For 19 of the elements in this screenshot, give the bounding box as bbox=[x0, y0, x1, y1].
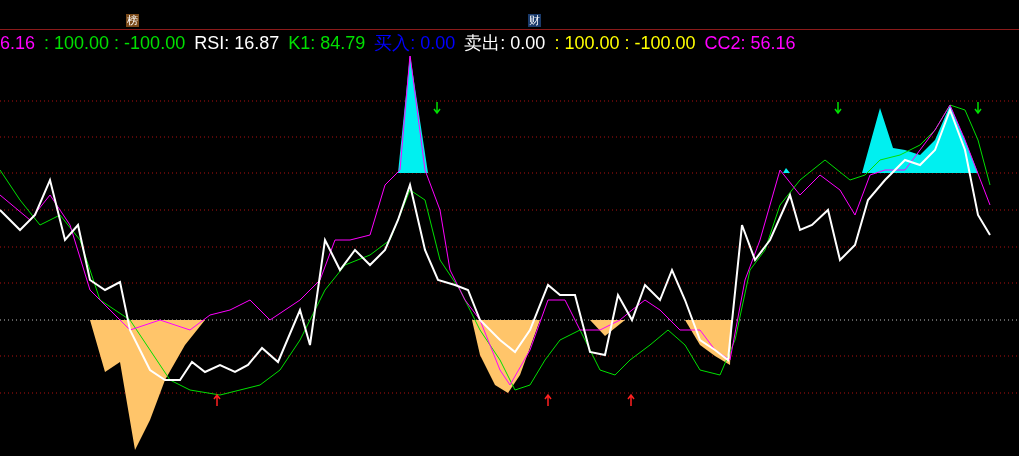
area-fill bbox=[685, 320, 732, 365]
area-fill bbox=[590, 320, 625, 336]
legend-value: RSI: 16.87 bbox=[194, 32, 280, 54]
up-arrow-icon bbox=[627, 393, 635, 407]
down-arrow-icon bbox=[834, 101, 842, 115]
down-arrow-icon bbox=[433, 101, 441, 115]
legend-value: 卖出: 0.00 bbox=[464, 32, 546, 55]
up-arrow-icon bbox=[213, 393, 221, 407]
marker-badge: 榜 bbox=[126, 14, 139, 27]
area-fill bbox=[783, 168, 790, 173]
legend-value: CC2: 56.16 bbox=[704, 32, 796, 54]
legend-value: 买入: 0.00 bbox=[374, 32, 456, 55]
marker-badge: 财 bbox=[528, 14, 541, 27]
legend-value: : 100.00 : -100.00 bbox=[44, 32, 186, 54]
up-arrow-icon bbox=[544, 393, 552, 407]
legend-value: 6.16 bbox=[0, 32, 36, 54]
down-arrow-icon bbox=[974, 101, 982, 115]
legend-value: K1: 84.79 bbox=[288, 32, 366, 54]
legend-value: : 100.00 : -100.00 bbox=[554, 32, 696, 54]
